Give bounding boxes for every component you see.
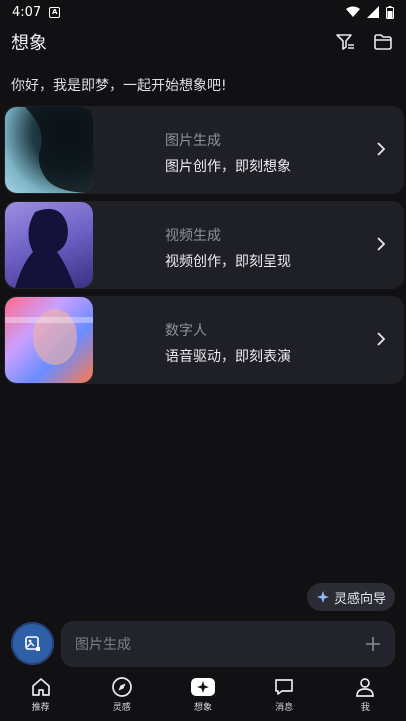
nav-label: 消息 [275, 703, 294, 713]
app-header: 想象 [0, 26, 406, 58]
card-title: 数字人 [165, 323, 207, 339]
digital-human-card[interactable]: 数字人 语音驱动，即刻表演 [4, 296, 404, 384]
nav-item-inspiration[interactable]: 灵感 [92, 676, 152, 713]
prompt-input[interactable]: 图片生成 [61, 621, 395, 667]
home-icon [31, 678, 50, 696]
sparkle-icon [190, 678, 215, 696]
plus-icon[interactable] [365, 636, 381, 652]
filter-button[interactable] [333, 30, 357, 54]
nav-label: 我 [360, 703, 370, 713]
a-badge-icon: A [49, 6, 61, 18]
composer: 图片生成 [11, 621, 395, 667]
status-bar: 4:07 A [0, 0, 406, 24]
nav-label: 想象 [193, 703, 212, 713]
nav-item-messages[interactable]: 消息 [254, 676, 314, 713]
card-subtitle: 图片创作，即刻想象 [165, 159, 291, 175]
nav-label: 灵感 [112, 703, 131, 713]
chevron-right-icon [377, 237, 386, 251]
prompt-placeholder: 图片生成 [75, 637, 131, 653]
compass-icon [111, 677, 132, 697]
card-title: 视频生成 [165, 228, 221, 244]
filter-icon [336, 34, 354, 50]
battery-icon [386, 5, 394, 19]
image-mode-icon [24, 635, 40, 651]
signal-icon [367, 6, 379, 18]
card-thumbnail [5, 297, 93, 383]
greeting-text: 你好，我是即梦，一起开始想象吧! [11, 78, 227, 94]
card-subtitle: 语音驱动，即刻表演 [165, 349, 291, 365]
chevron-right-icon [377, 332, 386, 346]
chevron-right-icon [377, 142, 386, 156]
inspiration-guide-label: 灵感向导 [334, 591, 387, 607]
feature-card-list: 图片生成 图片创作，即刻想象 视频生成 视频创作，即刻呈现 数字人 语音驱动，即… [4, 106, 404, 391]
card-title: 图片生成 [165, 133, 221, 149]
card-subtitle: 视频创作，即刻呈现 [165, 254, 291, 270]
sparkle-icon [317, 591, 329, 603]
wifi-icon [346, 6, 360, 17]
video-generation-card[interactable]: 视频生成 视频创作，即刻呈现 [4, 201, 404, 289]
status-time: 4:07 [12, 4, 42, 20]
folder-icon [374, 34, 392, 50]
nav-item-imagine[interactable]: 想象 [173, 676, 233, 713]
image-generation-card[interactable]: 图片生成 图片创作，即刻想象 [4, 106, 404, 194]
folder-button[interactable] [371, 30, 395, 54]
bottom-nav: 推荐 灵感 想象 消息 我 [0, 676, 406, 721]
inspiration-guide-button[interactable]: 灵感向导 [307, 583, 395, 611]
message-icon [275, 679, 294, 695]
mode-switch-button[interactable] [11, 622, 54, 665]
user-icon [356, 678, 375, 697]
nav-item-profile[interactable]: 我 [335, 676, 395, 713]
page-title: 想象 [11, 33, 47, 54]
card-thumbnail [5, 107, 93, 193]
card-thumbnail [5, 202, 93, 288]
nav-item-recommend[interactable]: 推荐 [11, 676, 71, 713]
nav-label: 推荐 [31, 703, 50, 713]
